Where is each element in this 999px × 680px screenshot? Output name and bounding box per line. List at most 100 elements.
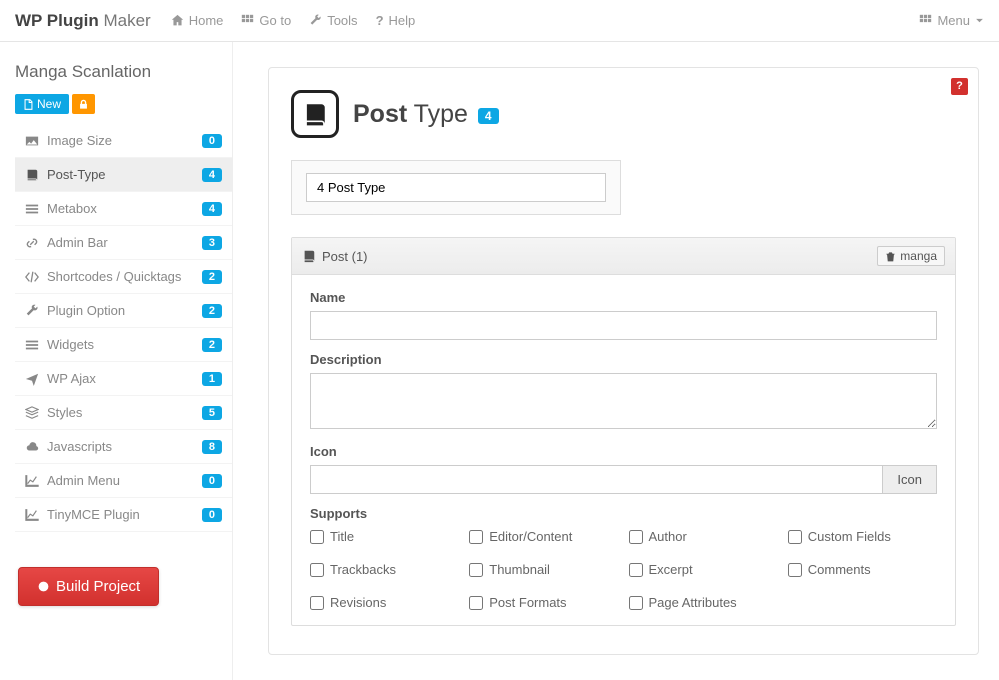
nav-help[interactable]: ? Help xyxy=(376,13,416,28)
support-custom-fields[interactable]: Custom Fields xyxy=(788,529,937,544)
help-button[interactable]: ? xyxy=(951,78,968,95)
page-title: Post Type 4 xyxy=(353,100,499,129)
support-post-formats-checkbox[interactable] xyxy=(469,596,483,610)
panel-title: Post (1) xyxy=(322,249,368,264)
project-name: Manga Scanlation xyxy=(15,57,232,94)
sidebar-item-widgets[interactable]: Widgets 2 xyxy=(15,328,232,362)
sidebar-item-badge: 0 xyxy=(202,474,222,488)
description-input[interactable] xyxy=(310,373,937,429)
sidebar-item-admin-menu[interactable]: Admin Menu 0 xyxy=(15,464,232,498)
support-trackbacks[interactable]: Trackbacks xyxy=(310,562,459,577)
page-title-light: Type xyxy=(407,100,468,128)
support-label: Page Attributes xyxy=(649,595,737,610)
nav-tools-label: Tools xyxy=(327,13,357,28)
nav-tools[interactable]: Tools xyxy=(309,13,357,28)
support-label: Comments xyxy=(808,562,871,577)
icon-input-row: Icon xyxy=(310,465,937,494)
icon-picker-button[interactable]: Icon xyxy=(883,465,937,494)
sidebar-item-label: Admin Menu xyxy=(47,473,202,488)
support-revisions[interactable]: Revisions xyxy=(310,595,459,610)
delete-label: manga xyxy=(900,249,937,263)
icon-input[interactable] xyxy=(310,465,883,494)
sidebar-item-javascripts[interactable]: Javascripts 8 xyxy=(15,430,232,464)
lock-icon xyxy=(78,99,89,110)
build-project-button[interactable]: Build Project xyxy=(18,567,159,606)
sidebar-item-label: Shortcodes / Quicktags xyxy=(47,269,202,284)
support-page-attributes-checkbox[interactable] xyxy=(629,596,643,610)
sidebar-item-label: WP Ajax xyxy=(47,371,202,386)
support-editor[interactable]: Editor/Content xyxy=(469,529,618,544)
sidebar-item-post-type[interactable]: Post-Type 4 xyxy=(15,158,232,192)
support-label: Trackbacks xyxy=(330,562,396,577)
brand-bold: WP Plugin xyxy=(15,11,99,30)
sidebar-item-shortcodes[interactable]: Shortcodes / Quicktags 2 xyxy=(15,260,232,294)
support-revisions-checkbox[interactable] xyxy=(310,596,324,610)
support-label: Author xyxy=(649,529,687,544)
book-icon xyxy=(302,101,328,127)
nav-goto-label: Go to xyxy=(259,13,291,28)
summary-input[interactable] xyxy=(306,173,606,202)
support-author[interactable]: Author xyxy=(629,529,778,544)
code-icon xyxy=(25,270,39,284)
sidebar-item-image-size[interactable]: Image Size 0 xyxy=(15,124,232,158)
support-thumbnail[interactable]: Thumbnail xyxy=(469,562,618,577)
sidebar-item-styles[interactable]: Styles 5 xyxy=(15,396,232,430)
sidebar-item-badge: 5 xyxy=(202,406,222,420)
nav-goto[interactable]: Go to xyxy=(241,13,291,28)
topnav: Home Go to Tools ? Help xyxy=(171,13,416,28)
chart-icon xyxy=(25,508,39,522)
grid-icon xyxy=(919,14,932,27)
support-label: Excerpt xyxy=(649,562,693,577)
panel-body: Name Description Icon Icon Supports Titl… xyxy=(292,275,955,625)
description-label: Description xyxy=(310,352,937,367)
nav-help-label: Help xyxy=(389,13,416,28)
support-custom-fields-checkbox[interactable] xyxy=(788,530,802,544)
topnav-right: Menu xyxy=(919,13,984,28)
topbar: WP Plugin Maker Home Go to Tools ? Help … xyxy=(0,0,999,42)
sidebar-item-wp-ajax[interactable]: WP Ajax 1 xyxy=(15,362,232,396)
support-post-formats[interactable]: Post Formats xyxy=(469,595,618,610)
support-excerpt-checkbox[interactable] xyxy=(629,563,643,577)
sidebar-item-label: Plugin Option xyxy=(47,303,202,318)
support-label: Custom Fields xyxy=(808,529,891,544)
support-label: Thumbnail xyxy=(489,562,550,577)
nav-home-label: Home xyxy=(189,13,224,28)
sidebar-item-badge: 0 xyxy=(202,134,222,148)
support-title[interactable]: Title xyxy=(310,529,459,544)
page-title-bold: Post xyxy=(353,100,407,128)
icon-label: Icon xyxy=(310,444,937,459)
sidebar-item-plugin-option[interactable]: Plugin Option 2 xyxy=(15,294,232,328)
name-label: Name xyxy=(310,290,937,305)
sidebar-item-metabox[interactable]: Metabox 4 xyxy=(15,192,232,226)
image-icon xyxy=(25,134,39,148)
sidebar-item-badge: 1 xyxy=(202,372,222,386)
sidebar-item-admin-bar[interactable]: Admin Bar 3 xyxy=(15,226,232,260)
lock-button[interactable] xyxy=(72,94,95,114)
brand: WP Plugin Maker xyxy=(15,11,151,31)
new-button-label: New xyxy=(37,97,61,111)
delete-button[interactable]: manga xyxy=(877,246,945,266)
support-excerpt[interactable]: Excerpt xyxy=(629,562,778,577)
support-label: Editor/Content xyxy=(489,529,572,544)
support-title-checkbox[interactable] xyxy=(310,530,324,544)
support-page-attributes[interactable]: Page Attributes xyxy=(629,595,778,610)
support-editor-checkbox[interactable] xyxy=(469,530,483,544)
new-button[interactable]: New xyxy=(15,94,69,114)
sidebar-item-label: Image Size xyxy=(47,133,202,148)
nav-home[interactable]: Home xyxy=(171,13,224,28)
support-comments[interactable]: Comments xyxy=(788,562,937,577)
sidebar-item-tinymce[interactable]: TinyMCE Plugin 0 xyxy=(15,498,232,532)
sidebar-item-badge: 0 xyxy=(202,508,222,522)
name-input[interactable] xyxy=(310,311,937,340)
page-title-badge: 4 xyxy=(478,108,499,124)
support-trackbacks-checkbox[interactable] xyxy=(310,563,324,577)
sidebar-item-badge: 2 xyxy=(202,304,222,318)
support-thumbnail-checkbox[interactable] xyxy=(469,563,483,577)
wrench-icon xyxy=(25,304,39,318)
nav-menu-label: Menu xyxy=(937,13,970,28)
post-panel: Post (1) manga Name Description Icon xyxy=(291,237,956,626)
support-author-checkbox[interactable] xyxy=(629,530,643,544)
support-label: Revisions xyxy=(330,595,386,610)
nav-menu[interactable]: Menu xyxy=(919,13,984,28)
support-comments-checkbox[interactable] xyxy=(788,563,802,577)
